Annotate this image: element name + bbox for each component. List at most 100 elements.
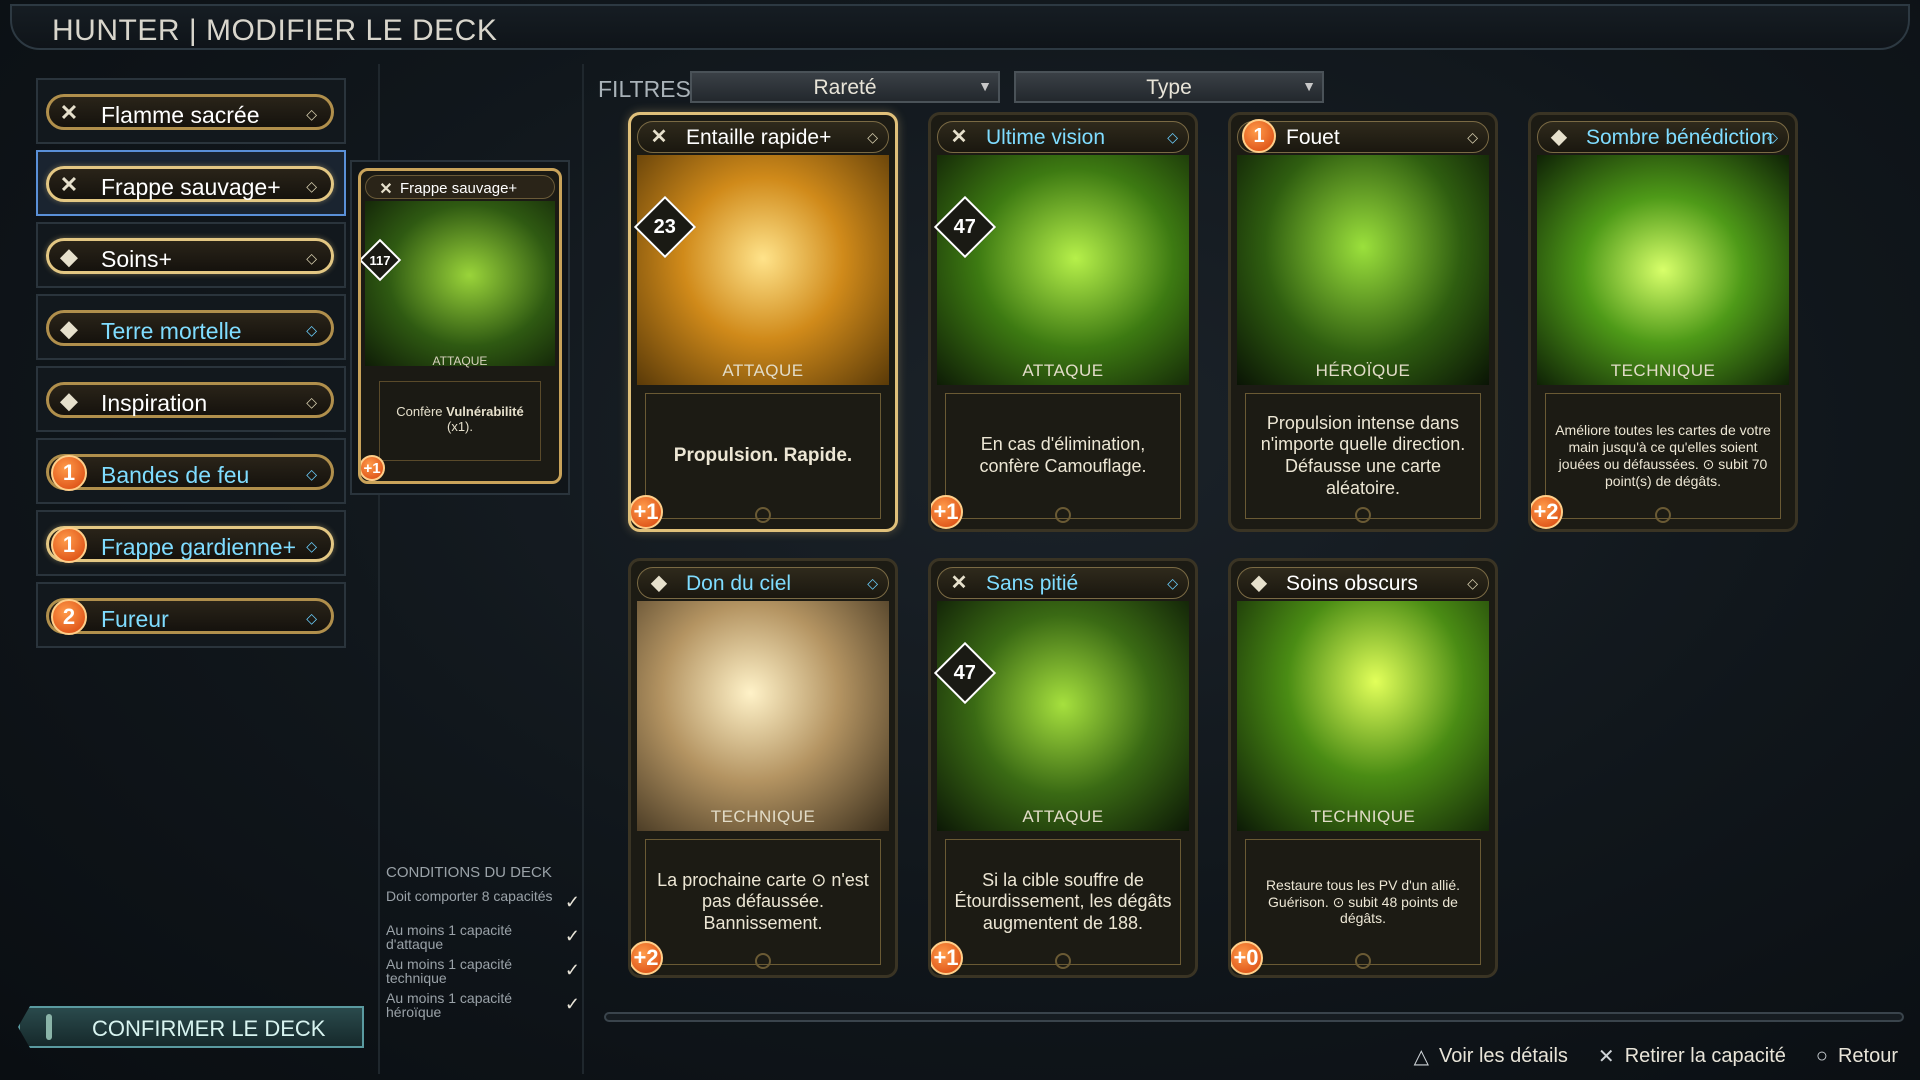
deck-card-pill: ◆ Terre mortelle ◇ xyxy=(46,310,334,346)
card-type: ATTAQUE xyxy=(722,361,804,380)
card-name: Don du ciel xyxy=(686,572,792,595)
check-icon: ✓ xyxy=(564,926,580,946)
card-description: Restaure tous les PV d'un allié. Guériso… xyxy=(1245,839,1481,965)
card-art xyxy=(637,601,889,831)
upgrade-diamond-icon: ◇ xyxy=(306,394,317,410)
check-icon: ✓ xyxy=(564,994,580,1014)
deck-slot[interactable]: 2 Fureur ◇ xyxy=(36,582,346,648)
preview-card-text: Confère Vulnérabilité (x1). xyxy=(379,381,541,461)
condition-text: Doit comporter 8 capacités xyxy=(386,888,553,904)
condition-item: Doit comporter 8 capacités ✓ xyxy=(386,888,580,923)
shield-icon: ◆ xyxy=(60,388,78,413)
damage-value: 47 xyxy=(953,215,977,238)
type-filter-select[interactable]: Type ▼ xyxy=(1014,71,1324,103)
deck-slot[interactable]: ✕ Flamme sacrée ◇ xyxy=(36,78,346,144)
card-header: ◆ Sombre bénédiction ◇ xyxy=(1537,121,1789,153)
damage-value: 47 xyxy=(953,661,977,684)
card-header: ✕ Entaille rapide+ ◇ xyxy=(637,121,889,153)
preview-card-art xyxy=(365,201,555,366)
upgrade-diamond-icon: ◇ xyxy=(867,129,878,145)
confirm-deck-button[interactable]: CONFIRMER LE DECK xyxy=(18,1006,364,1048)
deck-slot[interactable]: 1 Bandes de feu ◇ xyxy=(36,438,346,504)
ability-card[interactable]: ✕ Sans pitié ◇ ATTAQUE Si la cible souffre d… xyxy=(928,558,1198,978)
card-description: En cas d'élimination, confère Camouflage… xyxy=(945,393,1181,519)
confirm-icon xyxy=(46,1014,52,1040)
ability-card[interactable]: 1 Fouet ◇ HÉROÏQUE Propulsion intense dans n… xyxy=(1228,112,1498,532)
preview-card-name: Frappe sauvage+ xyxy=(400,180,518,197)
chevron-down-icon: ▼ xyxy=(978,78,992,94)
card-name: Sombre bénédiction xyxy=(1586,126,1773,149)
horizontal-scrollbar[interactable] xyxy=(604,1012,1904,1022)
upgrade-diamond-icon: ◇ xyxy=(867,575,878,591)
ability-card[interactable]: ◆ Soins obscurs ◇ TECHNIQUE Restaure tous le… xyxy=(1228,558,1498,978)
gem-icon xyxy=(755,953,771,969)
card-header: ◆ Don du ciel ◇ xyxy=(637,567,889,599)
card-art xyxy=(1237,155,1489,385)
deck-card-pill: 2 Fureur ◇ xyxy=(46,598,334,635)
card-name: Entaille rapide+ xyxy=(686,126,832,149)
cost-badge: +1 xyxy=(361,455,385,481)
upgrade-diamond-icon: ◇ xyxy=(306,538,317,554)
cost-icon: 2 xyxy=(51,599,87,635)
card-description: Si la cible souffre de Étourdissement, l… xyxy=(945,839,1181,965)
card-description: La prochaine carte ⊙ n'est pas défaussée… xyxy=(645,839,881,965)
card-type: ATTAQUE xyxy=(1022,807,1104,826)
cost-badge: +2 xyxy=(631,941,663,975)
hint-circle[interactable]: ○ Retour xyxy=(1816,1044,1898,1069)
card-description: Propulsion. Rapide. xyxy=(645,393,881,519)
upgrade-diamond-icon: ◇ xyxy=(306,322,317,338)
card-name: Soins obscurs xyxy=(1286,572,1418,595)
cost-badge: +1 xyxy=(931,941,963,975)
condition-text: Au moins 1 capacité d'attaque xyxy=(386,922,513,952)
hint-triangle[interactable]: △ Voir les détails xyxy=(1414,1044,1568,1069)
preview-card[interactable]: ✕ Frappe sauvage+ 117 ATTAQUE Confère Vu… xyxy=(358,168,562,484)
card-type: TECHNIQUE xyxy=(1610,361,1716,380)
page-title: HUNTER | MODIFIER LE DECK xyxy=(52,14,498,47)
preview-card-type: ATTAQUE xyxy=(432,354,488,368)
card-type: HÉROÏQUE xyxy=(1315,361,1411,380)
hint-cross[interactable]: ✕ Retirer la capacité xyxy=(1598,1044,1786,1069)
card-art xyxy=(637,155,889,385)
card-name: Fouet xyxy=(1286,126,1340,149)
deck-slot[interactable]: ◆ Terre mortelle ◇ xyxy=(36,294,346,360)
circle-icon: ○ xyxy=(1815,1045,1828,1067)
ability-card[interactable]: ◆ Sombre bénédiction ◇ TECHNIQUE Améliore to… xyxy=(1528,112,1798,532)
upgrade-diamond-icon: ◇ xyxy=(1167,129,1178,145)
deck-card-name: Flamme sacrée xyxy=(101,102,260,128)
upgrade-diamond-icon: ◇ xyxy=(306,250,317,266)
shield-icon: ◆ xyxy=(1251,571,1267,594)
gem-icon xyxy=(1355,953,1371,969)
ability-card[interactable]: ✕ Ultime vision ◇ ATTAQUE En cas d'éliminati… xyxy=(928,112,1198,532)
deck-list: ✕ Flamme sacrée ◇ ✕ Frappe sauvage+ ◇ ◆ Soins+ ◇… xyxy=(36,78,350,654)
card-type: ATTAQUE xyxy=(1022,361,1104,380)
deck-conditions: CONDITIONS DU DECK Doit comporter 8 capa… xyxy=(386,864,586,1025)
card-type: TECHNIQUE xyxy=(710,807,816,826)
hint-label: Retour xyxy=(1837,1045,1898,1067)
ability-card[interactable]: ◆ Don du ciel ◇ TECHNIQUE La prochaine carte… xyxy=(628,558,898,978)
deck-slot[interactable]: ◆ Soins+ ◇ xyxy=(36,222,346,288)
upgrade-diamond-icon: ◇ xyxy=(1467,575,1478,591)
deck-card-pill: 1 Frappe gardienne+ ◇ xyxy=(46,526,334,563)
card-header: ✕ Sans pitié ◇ xyxy=(937,567,1189,599)
button-hints: △ Voir les détails ✕ Retirer la capacité ○ Re… xyxy=(1414,1044,1898,1069)
crossed-swords-icon: ✕ xyxy=(950,125,968,148)
card-header: ◆ Soins obscurs ◇ xyxy=(1237,567,1489,599)
upgrade-diamond-icon: ◇ xyxy=(306,466,317,482)
condition-item: Au moins 1 capacité d'attaque ✓ xyxy=(386,922,580,957)
deck-card-pill: ◆ Inspiration ◇ xyxy=(46,382,334,418)
damage-value: 117 xyxy=(369,252,391,268)
deck-slot[interactable]: ◆ Inspiration ◇ xyxy=(36,366,346,432)
condition-text: Au moins 1 capacité technique xyxy=(386,956,513,986)
deck-slot[interactable]: 1 Frappe gardienne+ ◇ xyxy=(36,510,346,576)
preview-text-bold: Vulnérabilité xyxy=(446,404,524,419)
hint-label: Retirer la capacité xyxy=(1624,1045,1786,1067)
deck-card-name: Terre mortelle xyxy=(101,318,242,344)
card-description: Propulsion intense dans n'importe quelle… xyxy=(1245,393,1481,519)
deck-slot[interactable]: ✕ Frappe sauvage+ ◇ xyxy=(36,150,346,216)
upgrade-diamond-icon: ◇ xyxy=(306,610,317,626)
ability-card[interactable]: ✕ Entaille rapide+ ◇ ATTAQUE Propulsion. Rap… xyxy=(628,112,898,532)
rarity-filter-select[interactable]: Rareté ▼ xyxy=(690,71,1000,103)
condition-item: Au moins 1 capacité technique ✓ xyxy=(386,956,580,991)
card-art xyxy=(937,155,1189,385)
gem-icon xyxy=(1055,507,1071,523)
